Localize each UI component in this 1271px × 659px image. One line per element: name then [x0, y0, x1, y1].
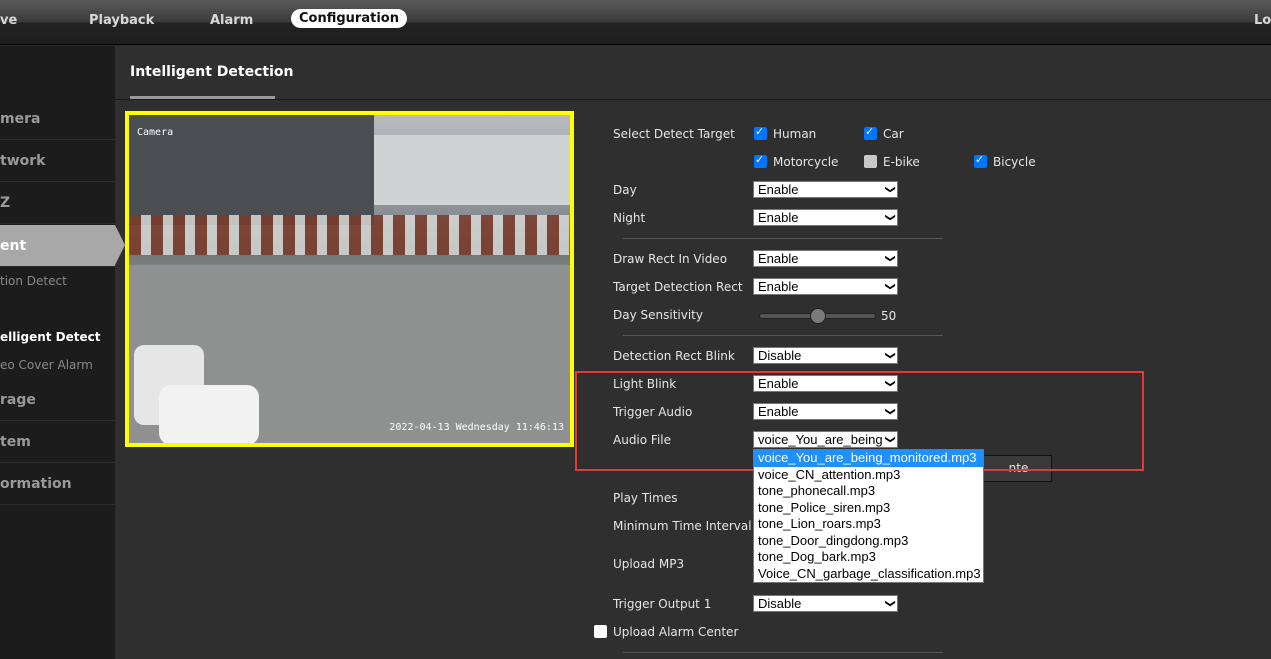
upload-alarm-center-label: Upload Alarm Center [613, 625, 739, 639]
trigger-output-select-value: Disable [758, 596, 802, 611]
night-select[interactable]: Enable ❯ [753, 209, 898, 226]
section-divider [623, 335, 943, 336]
nav-alarm[interactable]: Alarm [210, 13, 253, 28]
checkbox-bicycle[interactable] [974, 153, 987, 168]
audio-file-dropdown-list[interactable]: voice_You_are_being_monitored.mp3 voice_… [753, 449, 984, 583]
checkbox-human-label: Human [773, 127, 817, 141]
sidebar: mera twork Z ent tion Detect elligent De… [0, 46, 115, 659]
day-select-value: Enable [758, 182, 799, 197]
draw-rect-select[interactable]: Enable ❯ [753, 250, 898, 267]
draw-rect-label: Draw Rect In Video [613, 252, 728, 266]
nav-logout[interactable]: Lo [1254, 13, 1271, 28]
draw-rect-select-value: Enable [758, 251, 799, 266]
chevron-down-icon: ❯ [884, 185, 896, 194]
chevron-down-icon: ❯ [884, 351, 896, 360]
checkbox-motorcycle-label: Motorcycle [773, 155, 839, 169]
trigger-output-select[interactable]: Disable ❯ [753, 595, 898, 612]
target-rect-select[interactable]: Enable ❯ [753, 278, 898, 295]
audio-option[interactable]: tone_Police_siren.mp3 [754, 500, 983, 517]
target-rect-select-value: Enable [758, 279, 799, 294]
sidebar-subitem-intelligent-detect[interactable]: elligent Detect [0, 330, 115, 344]
sidebar-item-event[interactable]: ent [0, 225, 115, 267]
night-select-value: Enable [758, 210, 799, 225]
chevron-down-icon: ❯ [884, 282, 896, 291]
sidebar-subitem-motion-detect[interactable]: tion Detect [0, 274, 115, 288]
day-sensitivity-label: Day Sensitivity [613, 308, 703, 322]
checkbox-upload-alarm-center[interactable] [594, 625, 607, 638]
checkbox-bicycle-label: Bicycle [993, 155, 1036, 169]
sidebar-item-network[interactable]: twork [0, 140, 115, 182]
play-times-label: Play Times [613, 491, 678, 505]
top-navigation-bar: ve Playback Alarm Configuration Lo [0, 0, 1271, 45]
page-title: Intelligent Detection [130, 64, 294, 80]
audio-option[interactable]: tone_phonecall.mp3 [754, 483, 983, 500]
checkbox-human[interactable] [754, 125, 767, 140]
sidebar-item-information[interactable]: ormation [0, 463, 115, 505]
target-rect-label: Target Detection Rect [613, 280, 743, 294]
video-scene-background [374, 135, 570, 205]
camera-osd-label: Camera [137, 127, 174, 138]
video-scene-fence [129, 215, 569, 255]
rect-blink-label: Detection Rect Blink [613, 349, 735, 363]
sidebar-item-system[interactable]: tem [0, 421, 115, 463]
checkbox-ebike[interactable] [864, 155, 877, 168]
section-divider [623, 652, 943, 653]
audio-option[interactable]: tone_Lion_roars.mp3 [754, 516, 983, 533]
section-divider [623, 238, 943, 239]
rect-blink-select-value: Disable [758, 348, 802, 363]
rect-blink-select[interactable]: Disable ❯ [753, 347, 898, 364]
nav-configuration[interactable]: Configuration [291, 9, 407, 28]
upload-mp3-label: Upload MP3 [613, 557, 685, 571]
sidebar-item-ptz[interactable]: Z [0, 182, 115, 224]
day-sensitivity-slider-thumb[interactable] [809, 308, 826, 324]
chevron-down-icon: ❯ [884, 599, 896, 608]
audio-option[interactable]: tone_Dog_bark.mp3 [754, 549, 983, 566]
sidebar-item-camera[interactable]: mera [0, 98, 115, 140]
checkbox-car[interactable] [864, 125, 877, 140]
chevron-down-icon: ❯ [884, 213, 896, 222]
day-sensitivity-value: 50 [881, 309, 897, 323]
trigger-output-label: Trigger Output 1 [613, 597, 712, 611]
nav-live[interactable]: ve [0, 13, 17, 28]
day-label: Day [613, 183, 637, 197]
night-label: Night [613, 211, 646, 225]
min-interval-label: Minimum Time Interval [613, 519, 752, 533]
video-scene-car [159, 385, 259, 443]
title-divider [115, 99, 1271, 100]
detect-target-label: Select Detect Target [613, 127, 735, 141]
nav-playback[interactable]: Playback [89, 13, 154, 28]
audio-option[interactable]: tone_Door_dingdong.mp3 [754, 533, 983, 550]
sidebar-subitem-video-cover-alarm[interactable]: eo Cover Alarm [0, 358, 115, 372]
active-item-arrow [115, 225, 125, 265]
chevron-down-icon: ❯ [884, 254, 896, 263]
checkbox-ebike-label: E-bike [883, 155, 920, 169]
day-select[interactable]: Enable ❯ [753, 181, 898, 198]
checkbox-motorcycle[interactable] [754, 153, 767, 168]
checkbox-car-label: Car [883, 127, 904, 141]
audio-option[interactable]: voice_CN_attention.mp3 [754, 467, 983, 484]
sidebar-item-storage[interactable]: rage [0, 379, 115, 421]
audio-option[interactable]: voice_You_are_being_monitored.mp3 [754, 450, 983, 467]
camera-osd-timestamp: 2022-04-13 Wednesday 11:46:13 [389, 422, 564, 433]
camera-preview[interactable]: Camera 2022-04-13 Wednesday 11:46:13 [125, 111, 574, 447]
audio-option[interactable]: Voice_CN_garbage_classification.mp3 [754, 566, 983, 583]
